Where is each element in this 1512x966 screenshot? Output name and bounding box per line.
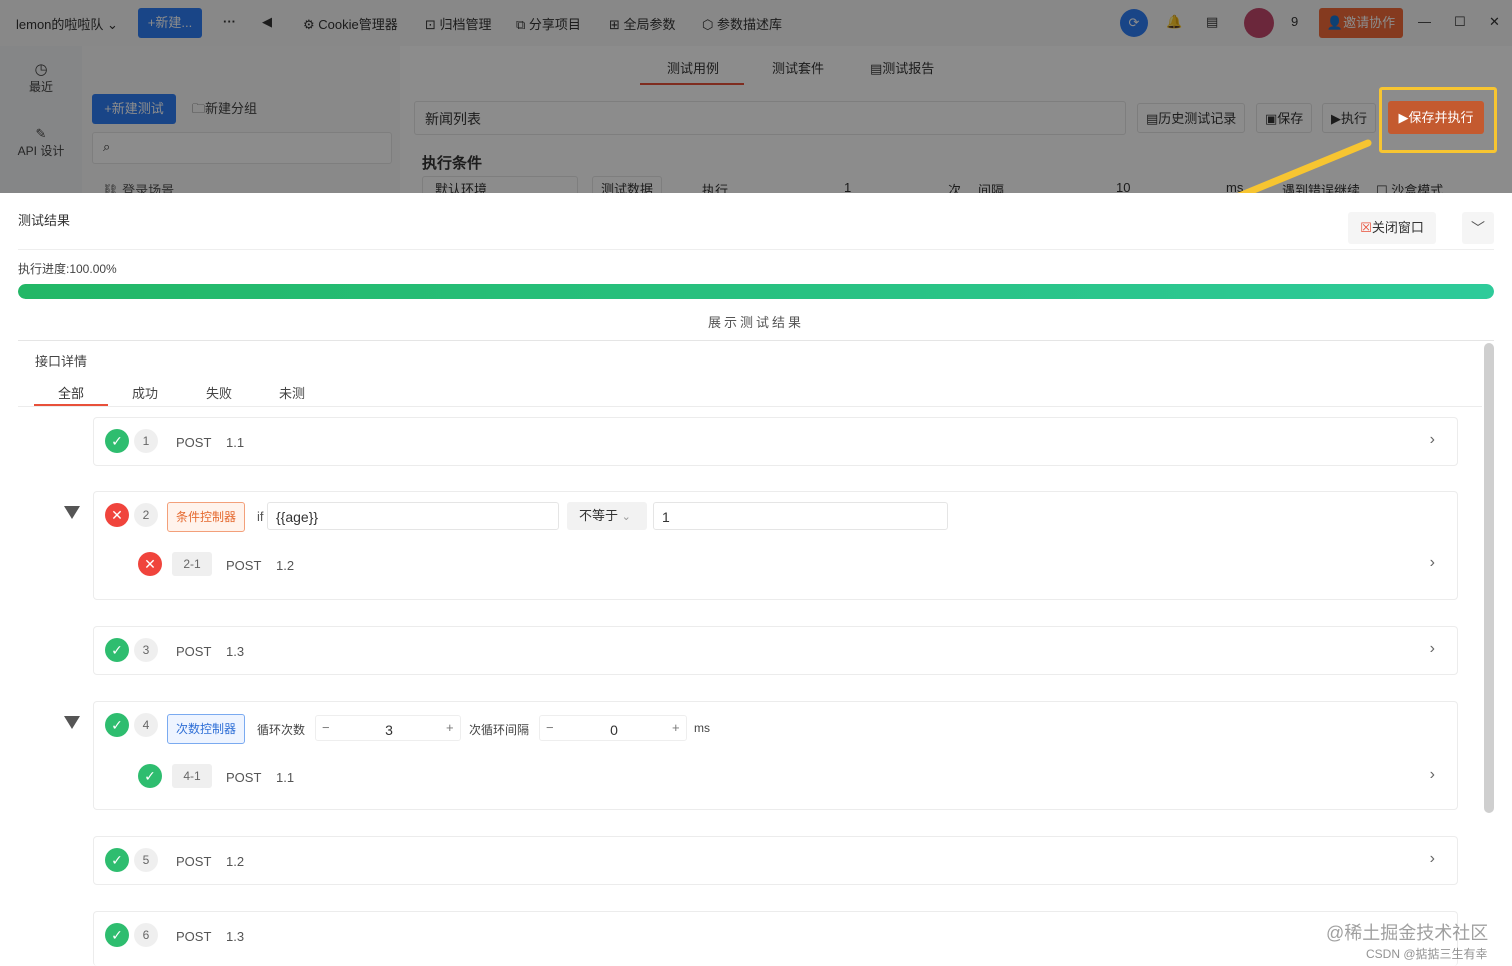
loop-count-label: 循环次数 [257,723,306,737]
result-row[interactable]: ✓ 3 POST 1.3 › [93,626,1458,675]
filter-tab-all[interactable]: 全部 [58,383,84,402]
test-results-drawer: 测试结果 ☒关闭窗口 ﹀ 执行进度:100.00% 展示测试结果 接口详情 全部… [0,193,1512,966]
collapse-triangle-icon[interactable] [64,716,80,729]
progress-bar [18,284,1494,299]
watermark-csdn: CSDN @掂掂三生有幸 [1366,947,1488,961]
api-name: 1.1 [276,770,295,785]
operator-select[interactable]: 不等于 ⌄ [567,502,647,530]
loop-interval-label: 次循环间隔 [469,723,530,737]
operator-label: 不等于 [579,508,619,523]
http-method: POST [176,644,212,659]
collapse-triangle-icon[interactable] [64,506,80,519]
progress-label: 执行进度:100.00% [18,262,117,276]
details-label: 接口详情 [35,354,88,369]
plus-icon[interactable]: + [672,720,680,735]
row-index: 4-1 [172,764,212,788]
chevron-down-icon: ⌄ [621,511,631,523]
chevron-right-icon[interactable]: › [1430,431,1435,449]
loop-controller-tag: 次数控制器 [167,714,246,744]
filter-tab-success[interactable]: 成功 [132,383,158,402]
api-name: 1.1 [226,435,245,450]
collapse-chevron-icon[interactable]: ﹀ [1462,212,1494,244]
http-method: POST [176,435,212,450]
condition-variable-input[interactable]: {{age}} [267,502,559,530]
close-drawer-button[interactable]: ☒关闭窗口 [1348,212,1436,244]
close-square-icon: ☒ [1360,220,1372,235]
row-index: 1 [134,429,158,453]
filter-tab-untested[interactable]: 未测 [279,383,305,402]
success-check-icon: ✓ [105,848,129,872]
row-index: 6 [134,923,158,947]
http-method: POST [176,854,212,869]
if-label: if [257,509,264,524]
chevron-right-icon[interactable]: › [1430,766,1435,784]
chevron-right-icon[interactable]: › [1430,554,1435,572]
result-row[interactable]: ✓ 1 POST 1.1 › [93,417,1458,466]
row-index: 2 [134,503,158,527]
row-index: 5 [134,848,158,872]
save-and-run-button[interactable]: ▶保存并执行 [1388,101,1484,134]
loop-interval-stepper[interactable]: − 0 + [539,715,687,741]
filter-tab-failed[interactable]: 失败 [206,383,232,402]
result-row[interactable]: ✓ 5 POST 1.2 › [93,836,1458,885]
show-results-toggle[interactable]: 展示测试结果 [0,312,1512,331]
row-index: 3 [134,638,158,662]
divider [18,249,1494,250]
error-x-icon: ✕ [138,552,162,576]
row-index: 4 [134,713,158,737]
api-name: 1.3 [226,929,245,944]
close-label: 关闭窗口 [1371,220,1424,235]
http-method: POST [176,929,212,944]
plus-icon[interactable]: + [446,720,454,735]
api-name: 1.2 [226,854,245,869]
scrollbar-thumb[interactable] [1484,343,1494,813]
divider [18,340,1494,341]
loop-interval-value: 0 [610,722,618,738]
success-check-icon: ✓ [105,923,129,947]
http-method: POST [226,770,262,785]
play-icon: ▶ [1398,110,1409,125]
api-name: 1.3 [226,644,245,659]
result-row[interactable]: ✓ 6 POST 1.3 [93,911,1458,966]
result-row-group: ✓ 4 次数控制器 循环次数 − 3 + 次循环间隔 − 0 + ms ✓ 4-… [93,701,1458,810]
result-row-group: ✕ 2 条件控制器 if {{age}} 不等于 ⌄ 1 ✕ 2-1 POST … [93,491,1458,600]
ms-unit: ms [694,721,710,735]
success-check-icon: ✓ [105,713,129,737]
watermark-juejin: @稀土掘金技术社区 [1326,923,1489,943]
http-method: POST [226,558,262,573]
loop-count-stepper[interactable]: − 3 + [315,715,461,741]
save-run-label: 保存并执行 [1408,110,1474,125]
success-check-icon: ✓ [138,764,162,788]
progress-fill [18,284,1494,299]
api-name: 1.2 [276,558,295,573]
condition-value-input[interactable]: 1 [653,502,948,530]
loop-count-value: 3 [385,722,393,738]
chevron-right-icon[interactable]: › [1430,640,1435,658]
drawer-title: 测试结果 [18,213,71,228]
chevron-right-icon[interactable]: › [1430,850,1435,868]
divider [18,406,1482,407]
condition-controller-tag: 条件控制器 [167,502,246,532]
row-index: 2-1 [172,552,212,576]
error-x-icon: ✕ [105,503,129,527]
success-check-icon: ✓ [105,638,129,662]
success-check-icon: ✓ [105,429,129,453]
